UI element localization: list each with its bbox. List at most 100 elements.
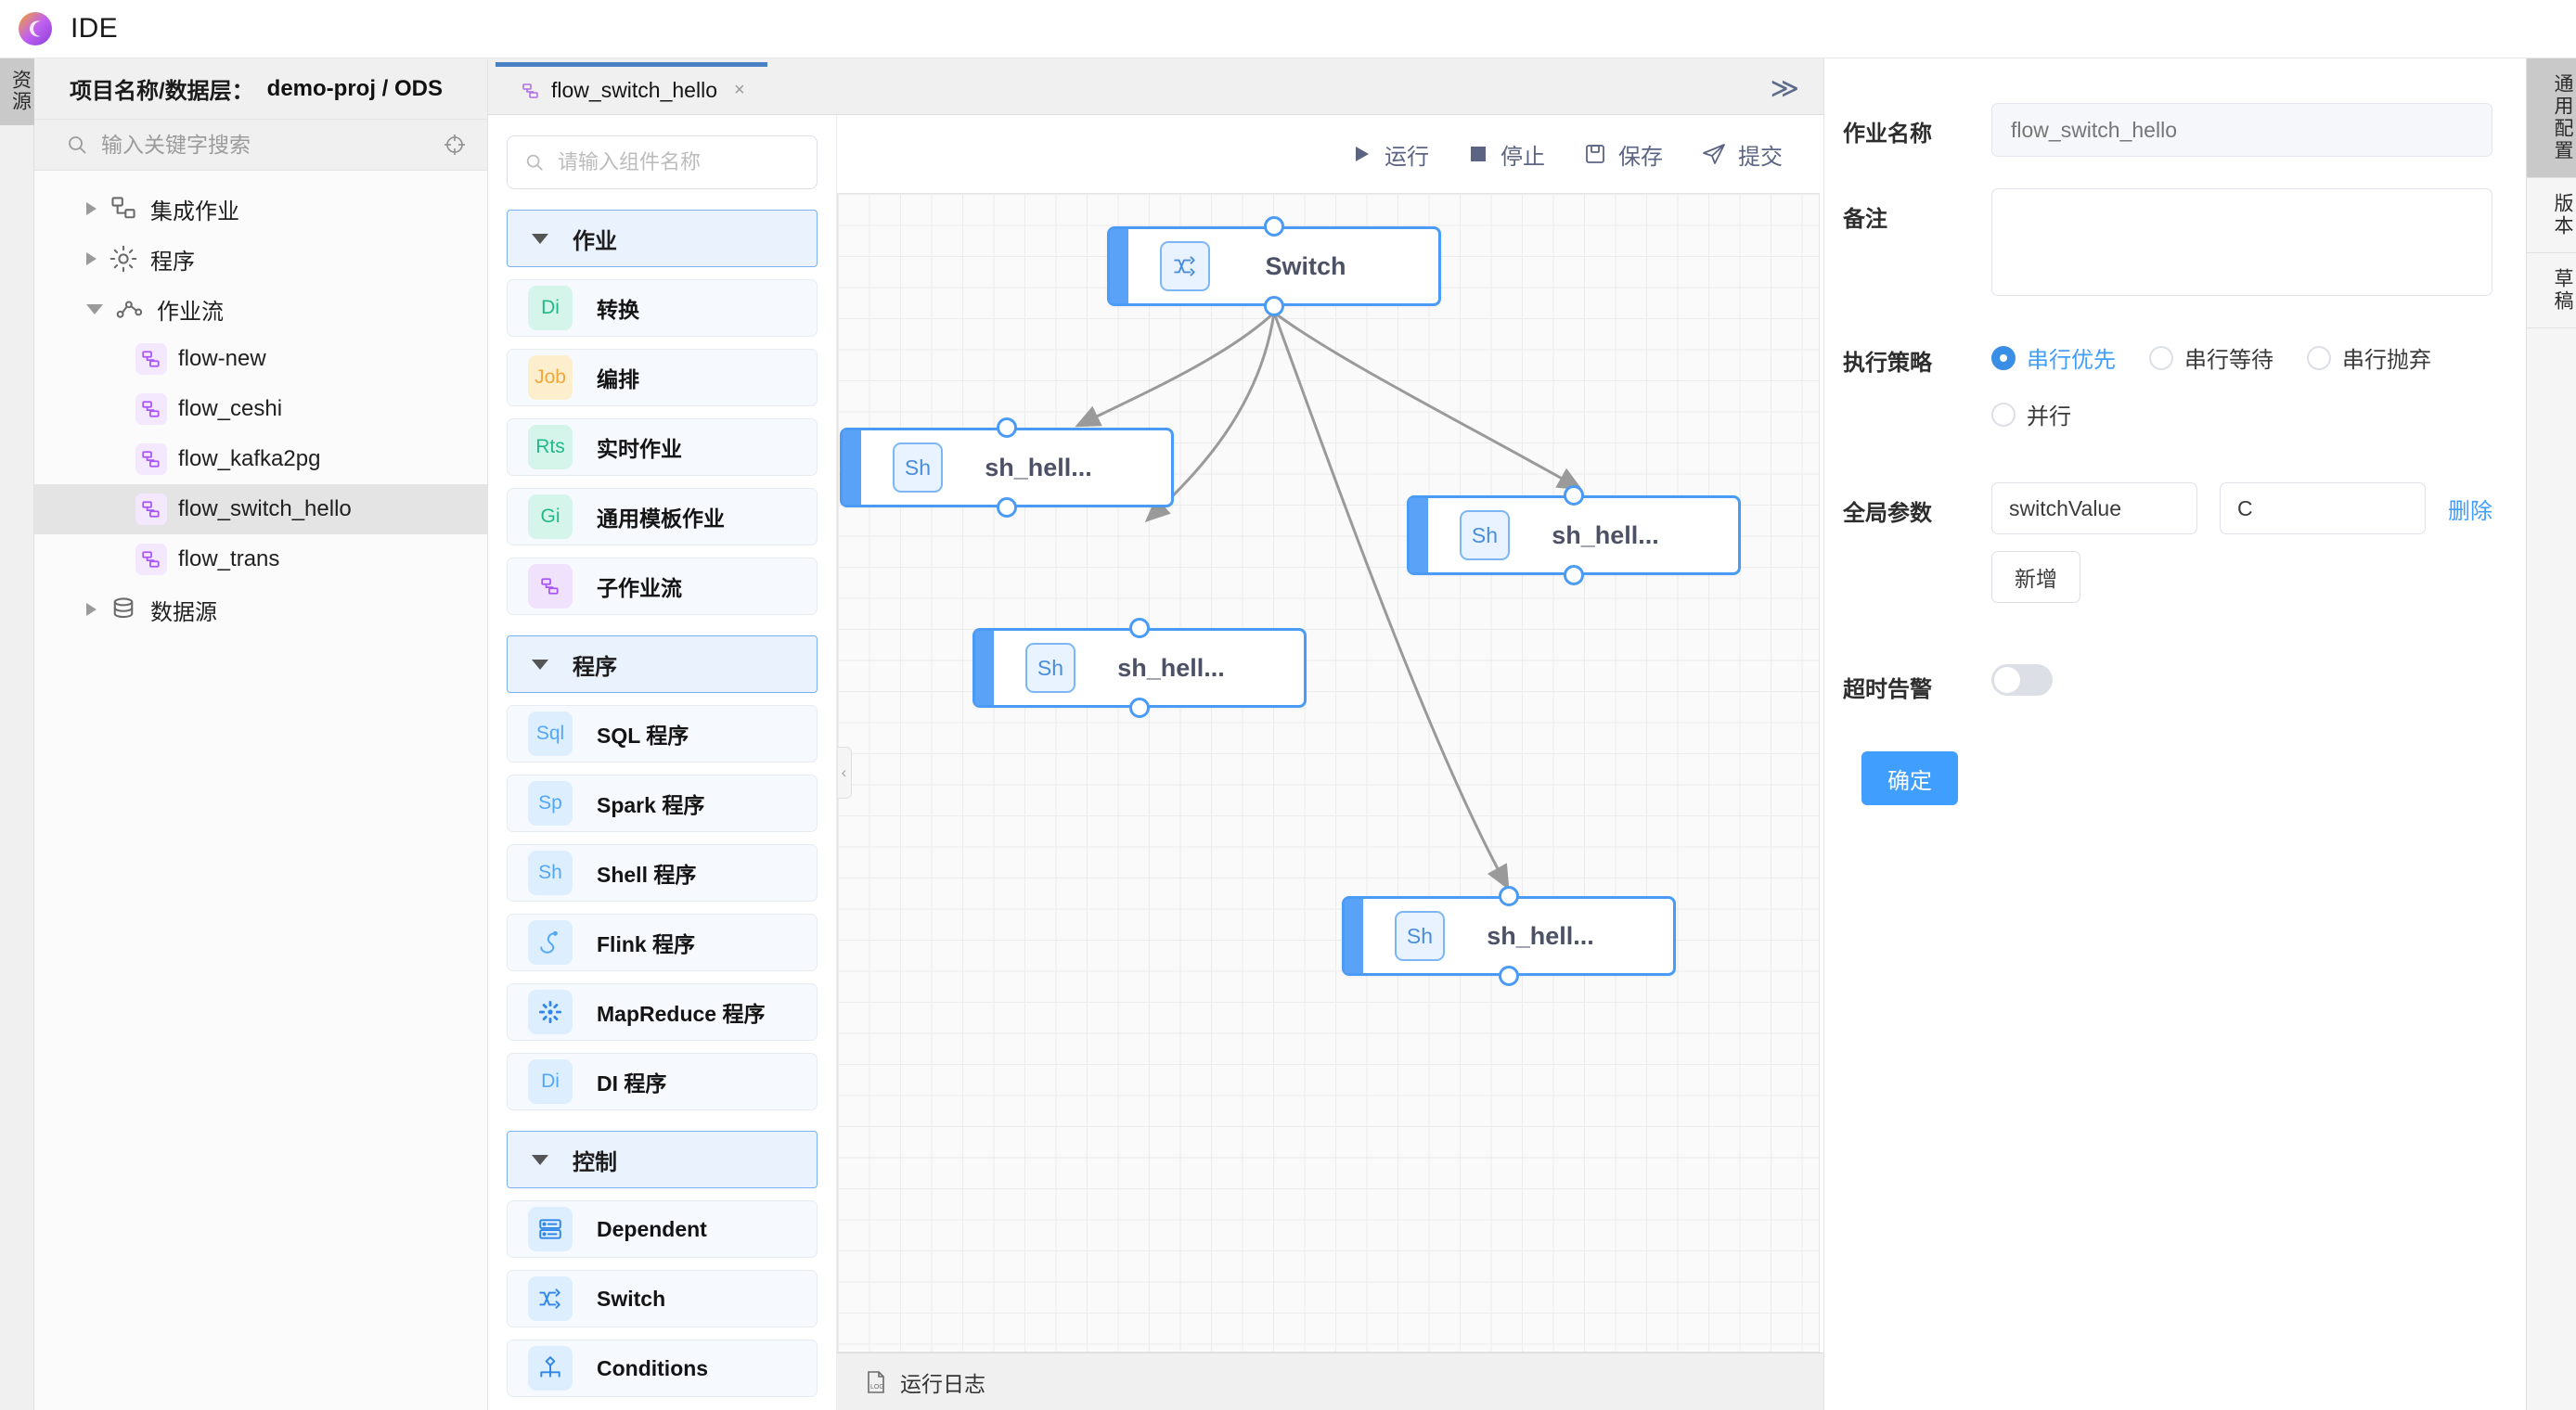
palette-item-编排[interactable]: Job编排 [507, 349, 818, 406]
palette-search-input[interactable] [558, 150, 825, 174]
node-port-top[interactable] [997, 417, 1017, 438]
toolbar-submit-button[interactable]: 提交 [1702, 138, 1783, 171]
palette-item-label: 通用模板作业 [597, 501, 725, 532]
palette-item-Shell 程序[interactable]: ShShell 程序 [507, 844, 818, 902]
sidebar-item-flow-new[interactable]: flow-new [34, 334, 487, 384]
palette-item-SQL 程序[interactable]: SqlSQL 程序 [507, 705, 818, 763]
palette-item-label: 转换 [597, 292, 639, 324]
global-param-key-input[interactable] [1991, 482, 2197, 534]
timeout-alarm-toggle[interactable] [1991, 664, 2053, 696]
right-rail-tab-通用配置[interactable]: 通用配置 [2527, 58, 2576, 178]
node-port-bottom[interactable] [997, 497, 1017, 518]
sidebar-item-[interactable]: 作业流 [34, 284, 487, 334]
toolbar-button-label: 保存 [1618, 138, 1663, 171]
collapse-panel-icon[interactable]: ≫ [1771, 75, 1799, 103]
palette-item-通用模板作业[interactable]: Gi通用模板作业 [507, 488, 818, 545]
node-port-bottom[interactable] [1129, 698, 1150, 718]
sidebar-item-flow_trans[interactable]: flow_trans [34, 534, 487, 584]
dependent-icon [528, 1207, 573, 1251]
node-port-bottom[interactable] [1264, 296, 1284, 316]
node-port-top[interactable] [1264, 216, 1284, 237]
sidebar-item-flow_switch_hello[interactable]: flow_switch_hello [34, 484, 487, 534]
chevron-right-icon[interactable] [86, 603, 97, 616]
node-port-bottom[interactable] [1564, 565, 1584, 585]
right-rail: 通用配置版本草稿 [2526, 58, 2576, 1410]
palette-item-转换[interactable]: Di转换 [507, 279, 818, 337]
palette-item-label: Spark 程序 [597, 788, 704, 819]
crosshair-icon[interactable] [443, 133, 467, 157]
toolbar-save-button[interactable]: 保存 [1584, 138, 1663, 171]
palette-section-控制[interactable]: 控制 [507, 1131, 818, 1188]
tab-flow-switch-hello[interactable]: flow_switch_hello × [496, 62, 767, 114]
resources-sidebar: 项目名称/数据层： demo-proj / ODS 集成作业程序作业流fl [34, 58, 488, 1410]
exec-policy-row: 执行策略 串行优先串行等待串行抛弃 并行 [1824, 332, 2526, 430]
node-port-top[interactable] [1564, 485, 1584, 506]
palette-item-Dependent[interactable]: Dependent [507, 1200, 818, 1258]
right-rail-tab-版本[interactable]: 版本 [2527, 178, 2576, 253]
palette-item-label: Dependent [597, 1217, 707, 1242]
job-name-input[interactable] [1991, 103, 2492, 157]
global-param-row: 删除 [1991, 482, 2498, 534]
confirm-button[interactable]: 确定 [1861, 751, 1958, 805]
canvas-collapse-handle[interactable]: ‹ [837, 747, 852, 799]
palette-item-MapReduce 程序[interactable]: MapReduce 程序 [507, 983, 818, 1041]
sidebar-item-label: 作业流 [157, 293, 224, 326]
sidebar-item-label: 程序 [150, 243, 195, 276]
radio-dot[interactable] [2149, 346, 2173, 370]
remark-textarea[interactable] [1991, 188, 2492, 296]
node-port-bottom[interactable] [1499, 966, 1519, 986]
radio-dot[interactable] [1991, 346, 2016, 370]
canvas-node-n2[interactable]: Shsh_hell... [840, 428, 1174, 507]
canvas-node-n3[interactable]: Shsh_hell... [1407, 495, 1741, 575]
canvas-node-n5[interactable]: Shsh_hell... [1342, 896, 1676, 976]
sidebar-search-input[interactable] [101, 133, 430, 158]
badge-Job: Job [528, 355, 573, 400]
sidebar-item-flow_ceshi[interactable]: flow_ceshi [34, 384, 487, 434]
radio-dot[interactable] [1991, 403, 2016, 427]
chevron-down-icon[interactable] [86, 304, 103, 314]
radio-串行等待[interactable]: 串行等待 [2149, 341, 2273, 374]
chevron-right-icon[interactable] [86, 202, 97, 215]
integration-job-icon [108, 193, 139, 224]
palette-item-Switch[interactable]: Switch [507, 1270, 818, 1327]
node-port-top[interactable] [1499, 886, 1519, 906]
job-name-label: 作业名称 [1843, 103, 1991, 157]
palette-item-Conditions[interactable]: Conditions [507, 1340, 818, 1397]
palette-item-子作业流[interactable]: 子作业流 [507, 558, 818, 615]
toolbar-play-button[interactable]: 运行 [1350, 138, 1429, 171]
radio-label: 并行 [2027, 398, 2071, 430]
right-rail-tab-草稿[interactable]: 草稿 [2527, 253, 2576, 328]
global-param-value-input[interactable] [2220, 482, 2426, 534]
radio-串行抛弃[interactable]: 串行抛弃 [2307, 341, 2431, 374]
close-icon[interactable]: × [734, 80, 745, 101]
palette-item-DI 程序[interactable]: DiDI 程序 [507, 1053, 818, 1110]
canvas-wrap: 运行 停止 保存 提交 ‹ [837, 115, 1823, 1410]
add-param-button[interactable]: 新增 [1991, 551, 2080, 603]
run-log-bar[interactable]: LOG 运行日志 [837, 1352, 1823, 1410]
left-rail-tab-resources[interactable]: 资源 [0, 58, 34, 125]
toolbar-stop-button[interactable]: 停止 [1468, 138, 1545, 171]
radio-串行优先[interactable]: 串行优先 [1991, 341, 2116, 374]
sidebar-item-[interactable]: 数据源 [34, 584, 487, 634]
sidebar-item-[interactable]: 程序 [34, 234, 487, 284]
canvas-node-n1[interactable]: Switch [1107, 226, 1441, 306]
switch-icon [1160, 241, 1210, 291]
properties-panel: 作业名称 备注 执行策略 串行优先串行等待串行抛弃 并行 全局参数 [1824, 58, 2526, 1410]
palette-item-实时作业[interactable]: Rts实时作业 [507, 418, 818, 476]
flow-canvas[interactable]: ‹ [837, 193, 1820, 1352]
palette-item-Spark 程序[interactable]: SpSpark 程序 [507, 775, 818, 832]
radio-并行[interactable]: 并行 [1991, 398, 2071, 430]
canvas-node-n4[interactable]: Shsh_hell... [972, 628, 1307, 708]
sidebar-item-[interactable]: 集成作业 [34, 184, 487, 234]
palette-item-Flink 程序[interactable]: Flink 程序 [507, 914, 818, 971]
timeout-alarm-row: 超时告警 [1824, 659, 2526, 703]
radio-dot[interactable] [2307, 346, 2331, 370]
chevron-right-icon[interactable] [86, 252, 97, 265]
sidebar-item-label: flow-new [178, 346, 266, 372]
palette-item-label: 子作业流 [597, 570, 682, 602]
delete-param-button[interactable]: 删除 [2448, 493, 2492, 525]
palette-section-作业[interactable]: 作业 [507, 210, 818, 267]
sidebar-item-flow_kafka2pg[interactable]: flow_kafka2pg [34, 434, 487, 484]
node-port-top[interactable] [1129, 618, 1150, 638]
palette-section-程序[interactable]: 程序 [507, 635, 818, 693]
